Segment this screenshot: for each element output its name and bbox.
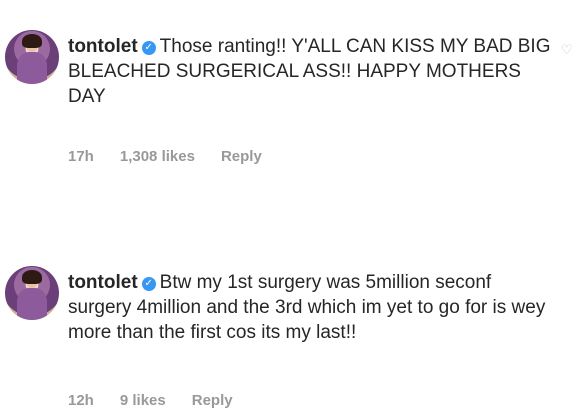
- comment-meta: 12h 9 likes Reply: [68, 392, 259, 409]
- verified-badge-icon: ✓: [141, 277, 156, 291]
- comment-text-block: tontolet ✓ Btw my 1st surgery was 5million…: [68, 270, 558, 345]
- username-link[interactable]: tontolet: [68, 36, 138, 57]
- avatar[interactable]: [5, 266, 59, 320]
- likes-count[interactable]: 9 likes: [120, 392, 166, 409]
- comment-body: Those ranting!! Y'ALL CAN KISS MY BAD BI…: [68, 36, 551, 107]
- timestamp: 17h: [68, 148, 94, 165]
- comment-body: Btw my 1st surgery was 5million seconf s…: [68, 272, 546, 343]
- avatar[interactable]: [5, 30, 59, 84]
- username-link[interactable]: tontolet: [68, 272, 138, 293]
- verified-badge-icon: ✓: [141, 41, 156, 55]
- comment-text-block: tontolet ✓ Those ranting!! Y'ALL CAN KISS …: [68, 34, 558, 109]
- timestamp: 12h: [68, 392, 94, 409]
- reply-button[interactable]: Reply: [221, 148, 262, 165]
- likes-count[interactable]: 1,308 likes: [120, 148, 195, 165]
- heart-icon[interactable]: ♡: [561, 43, 573, 56]
- reply-button[interactable]: Reply: [192, 392, 233, 409]
- comment-meta: 17h 1,308 likes Reply: [68, 148, 288, 165]
